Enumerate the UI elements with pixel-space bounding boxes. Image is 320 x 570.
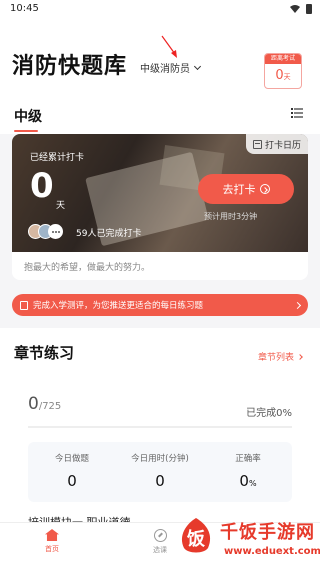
- app-title: 消防快题库: [12, 54, 128, 79]
- completed-count: 59人已完成打卡: [76, 229, 142, 239]
- status-icons: [290, 4, 312, 14]
- exam-countdown[interactable]: 距离考试 0天: [264, 53, 302, 89]
- motto: 抱最大的希望，做最大的努力。: [24, 263, 151, 273]
- completed-unit: %: [282, 408, 292, 419]
- accum-unit: 天: [56, 201, 66, 211]
- document-icon: [20, 300, 28, 310]
- tab-home-label: 首页: [45, 545, 59, 553]
- chevron-down-icon: [193, 62, 202, 70]
- chapter-list-link[interactable]: 章节列表: [257, 350, 303, 363]
- level-underline: [14, 130, 38, 132]
- stat-today-time: 今日用时(分钟) 0: [116, 452, 204, 490]
- battery-icon: [306, 4, 312, 14]
- stat-accuracy: 正确率 0%: [204, 452, 292, 490]
- circle-arrow-icon: [259, 184, 270, 194]
- exam-countdown-days: 0天: [265, 68, 301, 83]
- checkin-calendar-label: 打卡日历: [264, 140, 301, 151]
- tab-home[interactable]: 首页: [22, 529, 82, 554]
- watermark-logo: 饭: [181, 518, 211, 553]
- checkin-card: 打卡日历 已经累计打卡 0 天 去打卡 预计用时3分钟 59人已完成打卡 抱最大…: [12, 134, 308, 280]
- exam-days-unit: 天: [283, 73, 291, 81]
- chapter-section: 章节练习 章节列表 0/725 已完成0% 今日做题 0 今日用时(分钟) 0 …: [0, 328, 320, 534]
- progress-bar: [28, 426, 292, 428]
- checkin-banner: 打卡日历 已经累计打卡 0 天 去打卡 预计用时3分钟 59人已完成打卡: [12, 134, 308, 252]
- header: 消防快题库 中级消防员 距离考试 0天: [0, 18, 320, 100]
- level-selector-label: 中级消防员: [140, 64, 190, 75]
- exam-countdown-label: 距离考试: [265, 54, 301, 64]
- progress-done-count: 0: [28, 394, 39, 414]
- red-arrow-icon: [161, 35, 177, 58]
- stats-box: 今日做题 0 今日用时(分钟) 0 正确率 0%: [28, 442, 292, 502]
- calendar-icon: [252, 139, 262, 149]
- list-icon[interactable]: [291, 108, 303, 118]
- level-section: 中级: [0, 100, 320, 134]
- progress-total: /725: [38, 401, 62, 412]
- stat-label: 今日用时(分钟): [131, 454, 189, 464]
- stat-value: 0: [155, 472, 165, 490]
- compass-icon: [153, 529, 167, 542]
- watermark-logo-char: 饭: [186, 528, 205, 550]
- accum-days: 0: [30, 166, 54, 206]
- level-selector[interactable]: 中级消防员: [140, 60, 202, 75]
- stat-value: 0%: [239, 472, 257, 490]
- avatar-group: [28, 224, 63, 239]
- watermark-url: www.eduext.com: [224, 546, 320, 557]
- estimate-time: 预计用时3分钟: [204, 212, 258, 221]
- more-icon: [48, 224, 63, 239]
- checkin-button-label: 去打卡: [222, 183, 256, 196]
- watermark-title: 千饭手游网: [220, 522, 315, 543]
- progress-completed: 已完成0%: [246, 404, 292, 419]
- completed-label: 已完成: [246, 408, 277, 419]
- stat-today-questions: 今日做题 0: [28, 452, 116, 490]
- progress-count: 0/725: [28, 394, 61, 414]
- assessment-text: 完成入学测评，为您推送更适合的每日练习题: [33, 301, 204, 311]
- status-bar: 10:45: [0, 0, 320, 18]
- checkin-calendar-button[interactable]: 打卡日历: [246, 134, 308, 154]
- checkin-button[interactable]: 去打卡: [198, 174, 294, 204]
- status-time: 10:45: [10, 3, 39, 14]
- stat-value: 0: [67, 472, 77, 490]
- stat-label: 今日做题: [54, 454, 89, 464]
- wifi-icon: [290, 5, 300, 13]
- accum-label: 已经累计打卡: [30, 153, 85, 163]
- level-title: 中级: [14, 109, 42, 125]
- watermark: 饭 千饭手游网 www.eduext.com: [176, 512, 320, 570]
- chevron-right-icon: [293, 301, 302, 309]
- home-icon: [45, 529, 59, 541]
- chapter-title: 章节练习: [14, 344, 75, 362]
- chapter-list-label: 章节列表: [257, 353, 294, 363]
- assessment-banner[interactable]: 完成入学测评，为您推送更适合的每日练习题: [12, 294, 308, 316]
- chevron-right-icon: [297, 353, 303, 360]
- exam-days-value: 0: [275, 68, 284, 83]
- stat-label: 正确率: [235, 454, 261, 464]
